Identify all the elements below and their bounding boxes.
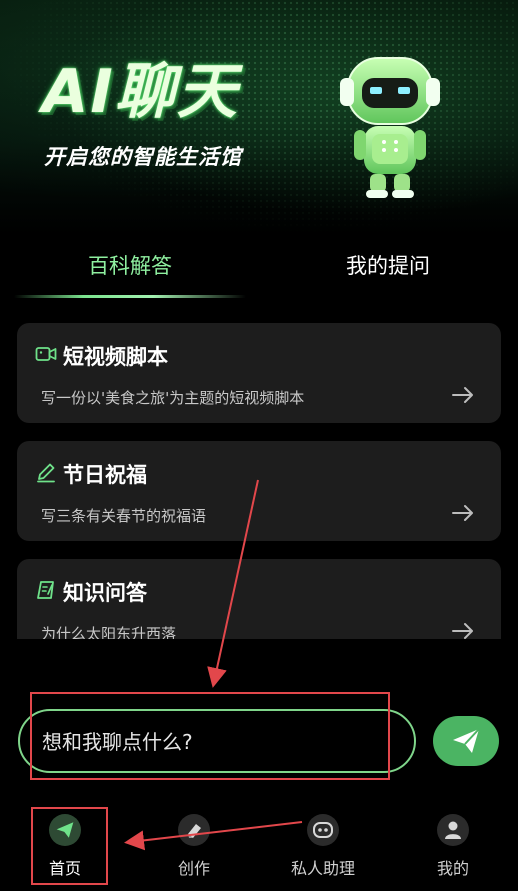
annotation-box-input [30, 692, 390, 780]
prompt-card-knowledge-qa[interactable]: 知识问答 为什么太阳东升西落 [17, 559, 501, 639]
hero-banner: AI聊天 开启您的智能生活馆 [0, 0, 518, 235]
nav-label-profile: 我的 [436, 859, 469, 878]
banner-subtitle: 开启您的智能生活馆 [44, 145, 242, 169]
send-button[interactable] [433, 716, 499, 766]
robot-icon [307, 814, 339, 846]
tab-encyclopedia[interactable]: 百科解答 [30, 250, 230, 280]
eraser-icon [178, 814, 210, 846]
card-title: 短视频脚本 [63, 345, 168, 369]
tab-my-questions[interactable]: 我的提问 [288, 250, 488, 280]
nav-item-create[interactable]: 创作 [144, 800, 244, 891]
send-icon [453, 728, 480, 753]
video-icon [35, 347, 57, 361]
tab-bar: 百科解答 我的提问 [0, 240, 518, 300]
prompt-card-video-script[interactable]: 短视频脚本 写一份以'美食之旅'为主题的短视频脚本 [17, 323, 501, 423]
card-description: 写一份以'美食之旅'为主题的短视频脚本 [41, 389, 305, 407]
card-title: 节日祝福 [63, 463, 147, 487]
nav-item-profile[interactable]: 我的 [403, 800, 503, 891]
robot-mascot-icon [340, 57, 440, 198]
prompt-card-festival-greeting[interactable]: 节日祝福 写三条有关春节的祝福语 [17, 441, 501, 541]
arrow-right-icon [452, 623, 473, 639]
arrow-right-icon [452, 387, 473, 403]
annotation-box-home [31, 807, 108, 885]
active-tab-indicator [14, 295, 246, 298]
nav-item-assistant[interactable]: 私人助理 [273, 800, 373, 891]
arrow-right-icon [452, 505, 473, 521]
prompt-card-list: 短视频脚本 写一份以'美食之旅'为主题的短视频脚本 节日祝福 写三条有关春节的祝… [17, 323, 501, 639]
pencil-icon [37, 463, 55, 483]
card-title: 知识问答 [63, 581, 147, 605]
nav-label-create: 创作 [177, 859, 210, 878]
banner-title: AI聊天 [42, 57, 239, 127]
book-pen-icon [37, 581, 54, 599]
card-description: 为什么太阳东升西落 [41, 625, 177, 639]
card-description: 写三条有关春节的祝福语 [41, 507, 207, 525]
nav-label-assistant: 私人助理 [290, 859, 355, 878]
person-icon [437, 814, 469, 846]
